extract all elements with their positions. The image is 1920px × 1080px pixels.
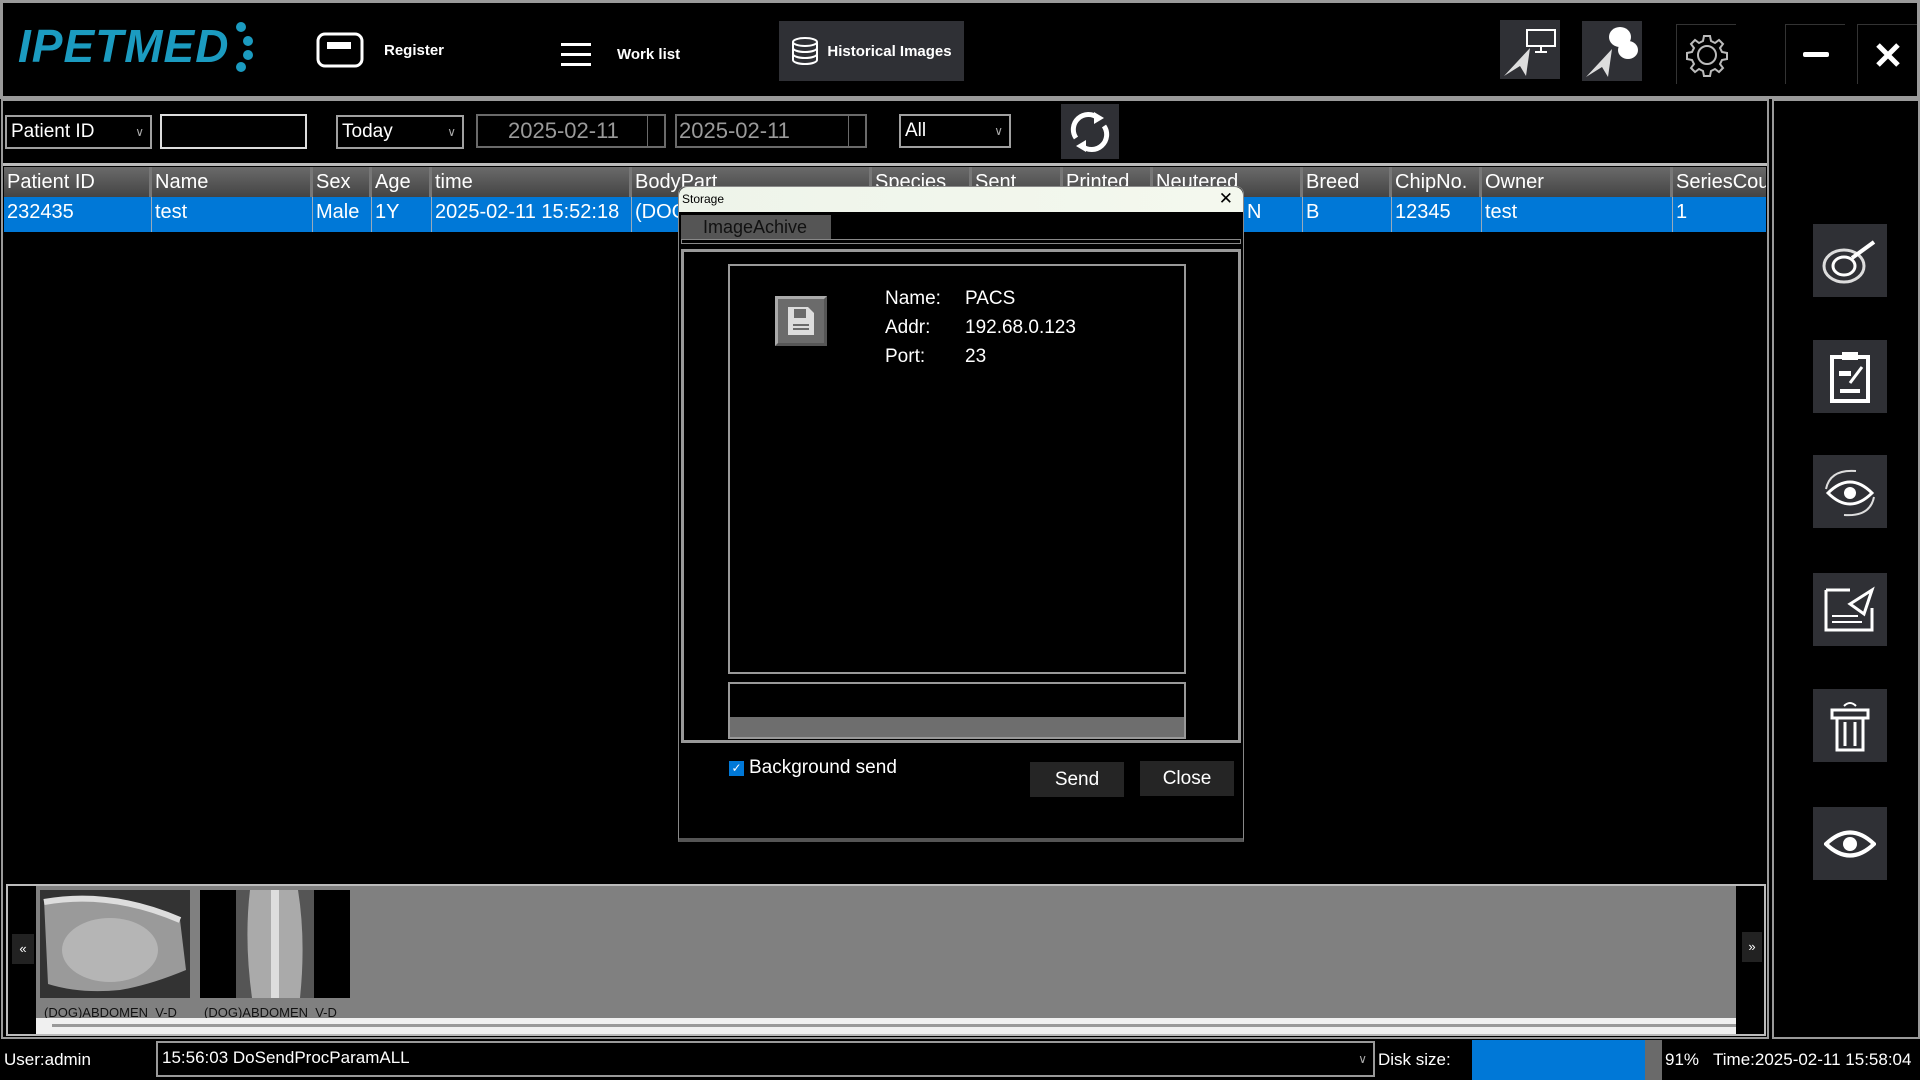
register-card-icon (316, 32, 364, 68)
checkbox-checked-icon[interactable]: ✓ (729, 760, 744, 776)
cell-neutered: N (1244, 197, 1303, 232)
gear-icon (1685, 34, 1728, 77)
user-label: User:admin (4, 1050, 91, 1069)
floppy-disk-icon[interactable] (775, 296, 827, 346)
target-pen-icon (1822, 239, 1876, 283)
delete-button[interactable] (1813, 689, 1887, 762)
eye-icon (1824, 830, 1876, 857)
xray-vd-image (200, 890, 350, 998)
clipboard-icon (1830, 351, 1870, 403)
cell-chip: 12345 (1392, 197, 1482, 232)
tab-imageachive[interactable]: ImageAchive (681, 215, 831, 239)
cell-series: 1 (1676, 201, 1688, 223)
paw-icon (236, 22, 254, 72)
send-to-monitor-button[interactable] (1500, 20, 1560, 79)
annotate-button[interactable] (1813, 224, 1887, 297)
cell-breed: B (1303, 197, 1392, 232)
horizontal-scrollbar[interactable] (36, 1018, 1736, 1034)
next-thumbnails-button[interactable]: » (1742, 932, 1762, 962)
storage-list[interactable]: Name: PACS Addr: 192.68.0.123 Port: 23 (728, 264, 1186, 674)
search-input[interactable] (160, 114, 307, 149)
disk-usage-bar (1472, 1040, 1662, 1080)
chevron-down-icon: ∨ (447, 125, 456, 139)
close-button[interactable]: Close (1140, 761, 1234, 796)
send-monitor-icon (1504, 28, 1556, 76)
close-app-button[interactable] (1857, 24, 1917, 84)
send-button[interactable]: Send (1030, 762, 1124, 797)
thumbnail[interactable]: (DOG)ABDOMEN V-D (40, 890, 190, 1020)
storage-name: PACS (965, 288, 1016, 309)
eye-refresh-icon (1825, 469, 1875, 516)
chevron-down-icon: ∨ (1358, 1052, 1367, 1066)
dialog-title-bar: Storage ✕ (679, 187, 1243, 212)
send-progress-bar (728, 682, 1186, 739)
paper-plane-document-icon (1824, 585, 1875, 631)
date-range-select[interactable]: Today ∨ (336, 115, 464, 149)
cell-time: 2025-02-11 15:52:18 (432, 197, 632, 232)
disk-size-label: Disk size: (1378, 1050, 1451, 1069)
column-header[interactable]: Owner (1482, 167, 1673, 197)
prev-thumbnails-button[interactable]: « (12, 934, 34, 964)
disk-percent: 91% (1665, 1050, 1700, 1069)
column-header[interactable]: ChipNo. (1392, 167, 1482, 197)
register-button[interactable]: Register (316, 30, 444, 70)
xray-lateral-image (40, 890, 190, 998)
send-report-button[interactable] (1813, 573, 1887, 646)
minimize-button[interactable] (1785, 24, 1845, 84)
status-select[interactable]: All ∨ (899, 114, 1011, 148)
column-header[interactable]: Sex (313, 167, 372, 197)
dialog-close-icon[interactable]: ✕ (1219, 189, 1233, 209)
column-header[interactable]: SeriesCou (1673, 167, 1766, 197)
chat-send-icon (1586, 27, 1638, 77)
trash-icon (1830, 701, 1870, 751)
view-button[interactable] (1813, 807, 1887, 880)
storage-addr: 192.68.0.123 (965, 317, 1076, 338)
storage-port: 23 (965, 346, 987, 367)
storage-dialog: Storage ✕ ImageAchive Name: PACS Addr: 192… (678, 186, 1244, 842)
divider (3, 163, 1767, 166)
minimize-icon (1802, 51, 1829, 57)
historical-images-button[interactable]: Historical Images (779, 21, 964, 81)
close-icon (1875, 42, 1900, 67)
thumbnail-strip: « » (DOG)ABDOMEN V-D (DOG)ABDOMEN V-D (6, 884, 1766, 1036)
date-to-picker[interactable]: 2025-02-11 (675, 114, 867, 148)
background-send-checkbox[interactable]: ✓ Background send (729, 757, 897, 779)
refresh-button[interactable] (1061, 104, 1119, 159)
column-header[interactable]: Breed (1303, 167, 1392, 197)
app-logo: IPETMED (18, 18, 255, 74)
search-field-select[interactable]: Patient ID ∨ (5, 115, 152, 149)
send-chat-button[interactable] (1582, 21, 1642, 81)
menu-icon (561, 43, 591, 66)
disk-usage-fill (1472, 1040, 1645, 1080)
chevron-down-icon: ∨ (135, 125, 144, 139)
cell-patient-id: 232435 (4, 197, 152, 232)
column-header[interactable]: Age (372, 167, 432, 197)
refresh-icon (1070, 111, 1110, 152)
view-rotate-button[interactable] (1813, 455, 1887, 528)
cell-owner: test (1482, 197, 1673, 232)
settings-button[interactable] (1676, 24, 1736, 84)
column-header[interactable]: Name (152, 167, 313, 197)
date-from-picker[interactable]: 2025-02-11 (476, 114, 666, 148)
thumbnail[interactable]: (DOG)ABDOMEN V-D (200, 890, 350, 1020)
worklist-button[interactable]: Work list (561, 34, 680, 74)
clock: Time:2025-02-11 15:58:04 (1713, 1050, 1912, 1069)
log-dropdown[interactable]: 15:56:03 DoSendProcParamALL ∨ (156, 1041, 1375, 1077)
report-button[interactable] (1813, 340, 1887, 413)
tab-underline (681, 239, 1241, 244)
cell-name: test (152, 197, 313, 232)
chevron-down-icon: ∨ (994, 124, 1003, 138)
dialog-content-frame: Name: PACS Addr: 192.68.0.123 Port: 23 (681, 249, 1241, 743)
cell-sex: Male (313, 197, 372, 232)
database-icon (792, 37, 819, 66)
cell-age: 1Y (372, 197, 432, 232)
column-header[interactable]: time (432, 167, 632, 197)
column-header[interactable]: Patient ID (4, 167, 152, 197)
